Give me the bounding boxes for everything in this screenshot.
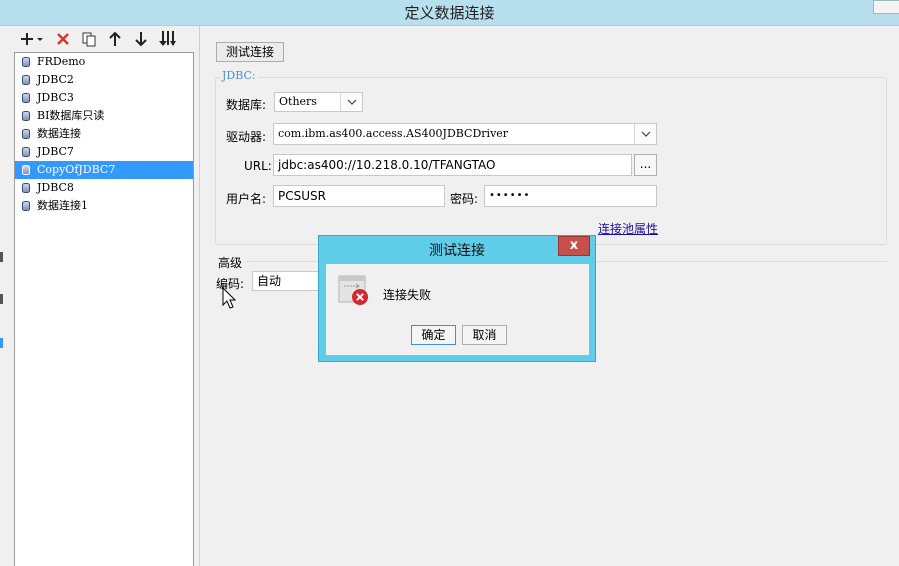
edge-marker [0,252,3,262]
database-icon [22,183,30,193]
password-label: 密码: [450,192,479,206]
password-input[interactable]: •••••• [484,185,657,207]
connection-toolbar [14,28,194,50]
connection-item[interactable]: 数据连接1 [15,197,193,215]
test-connection-button[interactable]: 测试连接 [216,42,284,62]
url-label: URL: [244,159,272,173]
driver-value: com.ibm.as400.access.AS400JDBCDriver [278,127,509,140]
test-connection-dialog: 测试连接 x 连接失败 确定 取消 [318,235,596,362]
chevron-down-icon[interactable] [634,124,656,144]
dialog-body: 连接失败 确定 取消 [326,264,589,355]
dialog-close-button[interactable]: x [558,236,590,256]
panel-splitter[interactable] [199,26,202,566]
ok-button[interactable]: 确定 [411,325,456,345]
mouse-cursor-icon [222,287,236,309]
connection-item[interactable]: 数据连接 [15,125,193,143]
chevron-down-icon[interactable] [340,93,362,111]
connection-item[interactable]: JDBC3 [15,89,193,107]
arrow-up-icon[interactable] [104,28,126,50]
connection-item[interactable]: JDBC8 [15,179,193,197]
cancel-button[interactable]: 取消 [462,325,507,345]
connection-item-selected[interactable]: CopyOfJDBC7 [15,161,193,179]
driver-select[interactable]: com.ibm.as400.access.AS400JDBCDriver [273,123,657,145]
connection-list: FRDemo JDBC2 JDBC3 BI数据库只读 数据连接 JDBC7 Co… [14,52,194,566]
arrow-down-icon[interactable] [130,28,152,50]
database-label: 数据库: [226,98,267,112]
window-title: 定义数据连接 [404,4,495,22]
database-icon [22,111,30,121]
username-input[interactable]: PCSUSR [273,185,445,207]
connection-item[interactable]: FRDemo [15,53,193,71]
url-browse-button[interactable]: ... [634,154,657,176]
driver-label: 驱动器: [226,130,267,144]
edge-marker [0,338,3,348]
database-icon [22,57,30,67]
database-icon [22,93,30,103]
connection-item[interactable]: JDBC7 [15,143,193,161]
dialog-message: 连接失败 [383,288,432,302]
url-input[interactable]: jdbc:as400://10.218.0.10/TFANGTAO [273,154,632,176]
database-icon [22,201,30,211]
dialog-title: 测试连接 [429,243,485,259]
copy-icon[interactable] [78,28,100,50]
window-titlebar: 定义数据连接 [0,0,899,26]
sort-down-icon[interactable] [156,28,178,50]
edge-marker [0,294,3,304]
connection-pool-link[interactable]: 连接池属性 [598,220,658,237]
left-edge-strip [0,26,10,566]
jdbc-legend: JDBC: [220,69,258,82]
advanced-heading: 高级 [218,256,243,270]
plus-dropdown-icon[interactable] [18,28,48,50]
red-x-icon[interactable] [52,28,74,50]
connection-error-icon [338,275,368,305]
connection-item[interactable]: JDBC2 [15,71,193,89]
database-icon [22,147,30,157]
username-label: 用户名: [226,192,267,206]
database-value: Others [279,95,317,108]
database-icon [22,129,30,139]
database-icon [22,165,30,175]
connection-item[interactable]: BI数据库只读 [15,107,193,125]
database-select[interactable]: Others [274,92,363,112]
database-icon [22,75,30,85]
window-corner-control[interactable] [873,0,899,14]
